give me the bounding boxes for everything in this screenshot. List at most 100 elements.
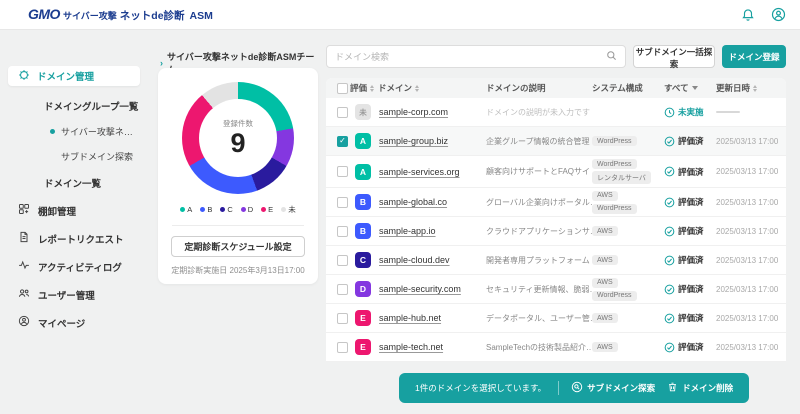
domain-delete-action-button[interactable]: ドメイン削除 xyxy=(667,381,733,395)
domain-description: セキュリティ更新情報、脆弱… xyxy=(486,284,592,295)
sidebar-item-mypage[interactable]: マイページ xyxy=(18,315,152,330)
sidebar-item-activity-log[interactable]: アクティビティログ xyxy=(18,259,152,274)
system-tags: WordPress xyxy=(592,136,664,146)
sidebar-item-subdomain-search[interactable]: サブドメイン探索 xyxy=(61,150,152,163)
logo-suffix: ASM xyxy=(190,10,213,22)
legend-item: 未 xyxy=(281,204,296,215)
grade-donut-chart: 登録件数 9 xyxy=(182,82,294,194)
system-tags: AWS xyxy=(592,342,664,352)
domain-link[interactable]: sample-cloud.dev xyxy=(379,255,450,265)
domain-link[interactable]: sample-hub.net xyxy=(379,313,441,323)
trash-icon xyxy=(667,381,678,395)
column-header-domain[interactable]: ドメイン xyxy=(378,82,486,94)
table-row: Bsample-app.ioクラウドアプリケーションサ…AWS評価済2025/0… xyxy=(326,217,786,246)
system-tag: WordPress xyxy=(592,136,637,146)
row-checkbox[interactable] xyxy=(337,197,348,208)
grade-badge: A xyxy=(355,133,371,149)
grade-badge: E xyxy=(355,339,371,355)
clock-icon xyxy=(664,107,675,118)
sidebar-item-domain-group-list[interactable]: ドメイングループ一覧 xyxy=(44,99,152,113)
status-badge: 評価済 xyxy=(664,283,716,295)
domain-description: 顧客向けサポートとFAQサイト xyxy=(486,166,592,177)
check-circle-icon xyxy=(664,136,675,147)
schedule-date-text: 定期診断実施日 2025年3月13日17:00 xyxy=(171,265,304,276)
logo-product: サイバー攻撃 xyxy=(63,9,117,22)
system-tags: AWSWordPress xyxy=(592,191,664,214)
updated-at: 2025/03/13 17:00 xyxy=(716,285,786,294)
domain-link[interactable]: sample-corp.com xyxy=(379,107,448,117)
domain-link[interactable]: sample-services.org xyxy=(379,167,460,177)
status-badge: 評価済 xyxy=(664,166,716,178)
sidebar-item-report-request[interactable]: レポートリクエスト xyxy=(18,231,152,246)
domain-table: 評価 ドメイン ドメインの説明 システム構成 すべて 更新日時 未sample-… xyxy=(326,78,786,362)
selection-count-text: 1件のドメインを選択しています。 xyxy=(415,382,546,394)
inventory-boxes-icon xyxy=(18,203,30,218)
sidebar-item-team[interactable]: サイバー攻撃ネ… xyxy=(50,125,152,138)
top-header: GMO サイバー攻撃 ネットde診断 ASM xyxy=(0,0,800,30)
row-checkbox[interactable] xyxy=(337,284,348,295)
system-tag: AWS xyxy=(592,226,618,236)
app-logo: GMO サイバー攻撃 ネットde診断 ASM xyxy=(28,6,213,23)
check-circle-icon xyxy=(664,342,675,353)
sidebar-item-user-management[interactable]: ユーザー管理 xyxy=(18,287,152,302)
notification-bell-icon[interactable] xyxy=(740,7,756,23)
domain-register-button[interactable]: ドメイン登録 xyxy=(722,45,786,68)
domain-description: ドメインの説明が未入力です xyxy=(486,107,592,118)
row-checkbox[interactable] xyxy=(337,107,348,118)
logo-gmo: GMO xyxy=(28,6,60,22)
sidebar-item-inventory[interactable]: 棚卸管理 xyxy=(18,203,152,218)
table-row: Bsample-global.coグローバル企業向けポータル…AWSWordPr… xyxy=(326,188,786,217)
team-summary-card: 登録件数 9 ABCDE未 定期診断スケジュール設定 定期診断実施日 2025年… xyxy=(158,68,318,284)
domain-description: 企業グループ情報の統合管理 xyxy=(486,136,592,147)
users-icon xyxy=(18,287,30,302)
system-tag: AWS xyxy=(592,342,618,352)
logo-product-bold: ネットde診断 xyxy=(120,8,185,23)
row-checkbox[interactable]: ✓ xyxy=(337,136,348,147)
bulk-subdomain-search-button[interactable]: サブドメイン一括探索 xyxy=(633,45,715,68)
updated-at: 2025/03/13 17:00 xyxy=(716,227,786,236)
grade-badge: C xyxy=(355,252,371,268)
select-all-checkbox[interactable] xyxy=(337,83,348,94)
activity-pulse-icon xyxy=(18,259,30,274)
domain-link[interactable]: sample-security.com xyxy=(379,284,461,294)
domain-link[interactable]: sample-group.biz xyxy=(379,136,448,146)
empty-date-dash xyxy=(716,111,740,113)
legend-item: C xyxy=(220,205,232,214)
system-tag: AWS xyxy=(592,278,618,288)
row-checkbox[interactable] xyxy=(337,255,348,266)
table-row: Dsample-security.comセキュリティ更新情報、脆弱…AWSWor… xyxy=(326,275,786,304)
check-circle-icon xyxy=(664,284,675,295)
grade-badge: E xyxy=(355,310,371,326)
chevron-right-icon: › xyxy=(160,58,163,68)
column-header-updated[interactable]: 更新日時 xyxy=(716,82,786,94)
check-circle-icon xyxy=(664,197,675,208)
updated-at: 2025/03/13 17:00 xyxy=(716,314,786,323)
sidebar-item-domain-management[interactable]: ドメイン管理 xyxy=(8,66,140,86)
column-header-grade[interactable]: 評価 xyxy=(348,82,378,94)
domain-description: 開発者専用プラットフォーム xyxy=(486,255,592,266)
row-checkbox[interactable] xyxy=(337,342,348,353)
grade-badge: D xyxy=(355,281,371,297)
row-checkbox[interactable] xyxy=(337,226,348,237)
legend-item: B xyxy=(200,205,212,214)
row-checkbox[interactable] xyxy=(337,313,348,324)
domain-link[interactable]: sample-global.co xyxy=(379,197,447,207)
status-badge: 評価済 xyxy=(664,312,716,324)
status-badge: 評価済 xyxy=(664,135,716,147)
column-header-description: ドメインの説明 xyxy=(486,82,592,94)
sort-icon xyxy=(753,85,757,92)
sort-icon xyxy=(415,85,419,92)
schedule-settings-button[interactable]: 定期診断スケジュール設定 xyxy=(171,236,305,257)
selected-dot-icon xyxy=(50,129,55,134)
domain-search-input[interactable] xyxy=(335,52,606,62)
account-icon[interactable] xyxy=(770,7,786,23)
subdomain-search-action-button[interactable]: サブドメイン探索 xyxy=(571,381,655,395)
status-filter-dropdown[interactable]: すべて xyxy=(664,82,716,94)
domain-description: グローバル企業向けポータル… xyxy=(486,197,592,208)
sidebar-item-domain-list[interactable]: ドメイン一覧 xyxy=(44,176,152,190)
domain-link[interactable]: sample-tech.net xyxy=(379,342,443,352)
domain-link[interactable]: sample-app.io xyxy=(379,226,436,236)
row-checkbox[interactable] xyxy=(337,166,348,177)
table-row: Esample-hub.netデータポータル、ユーザー管…AWS評価済2025/… xyxy=(326,304,786,333)
selection-action-bar: 1件のドメインを選択しています。 サブドメイン探索 ドメイン削除 xyxy=(399,373,749,403)
